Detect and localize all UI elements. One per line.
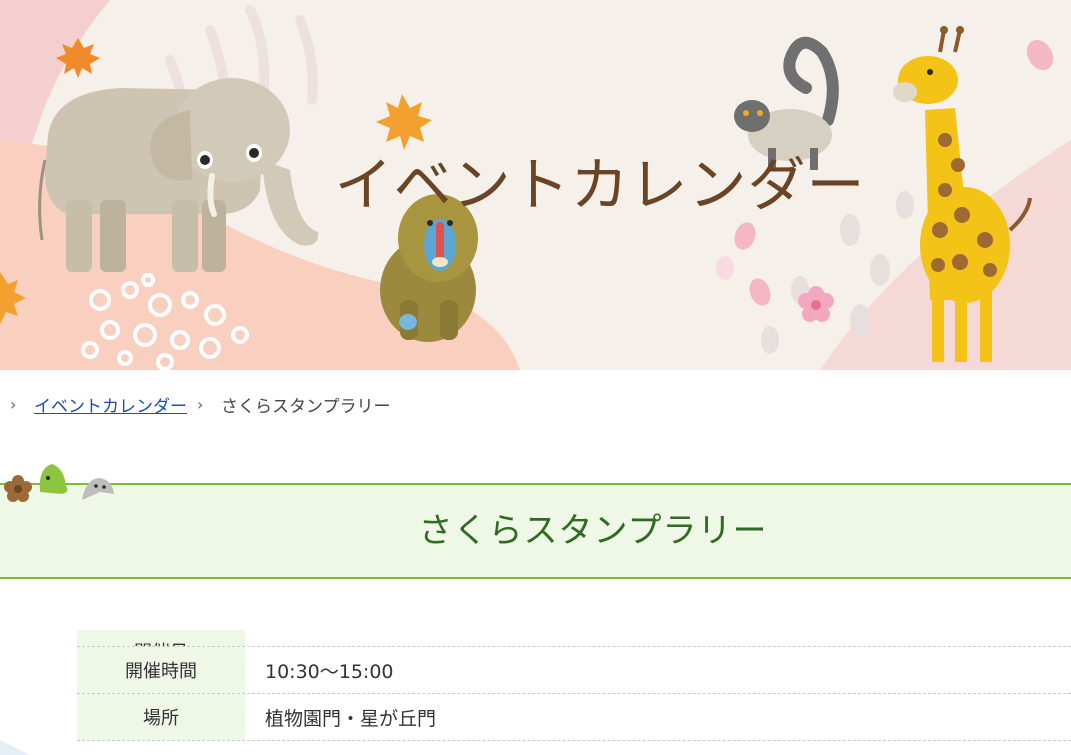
ghost-mascot-icon [82,478,114,500]
info-value [245,630,265,646]
mascot-icons [4,464,114,502]
info-label: 開催日 [77,630,245,646]
info-label: 場所 [77,694,245,740]
bird-mascot-icon [39,464,68,494]
breadcrumb-link-event-calendar[interactable]: イベントカレンダー [34,392,187,417]
chevron-right-icon: › [10,394,17,414]
info-value: 植物園門・星が丘門 [265,707,437,730]
corner-decoration [0,740,30,755]
info-label: 開催時間 [77,647,245,693]
page-title: さくらスタンプラリー [418,511,768,551]
chevron-right-icon: › [197,394,204,414]
info-row-date: 開催日 [77,630,1071,647]
hero-title: イベントカレンダー [334,151,866,219]
event-info-table: 開催日 開催時間 10:30〜15:00 場所 植物園門・星が丘門 [77,630,1071,741]
info-row-place: 場所 植物園門・星が丘門 [77,694,1071,741]
info-row-time: 開催時間 10:30〜15:00 [77,647,1071,694]
breadcrumb-current: さくらスタンプラリー [221,396,391,417]
flower-mascot-icon [4,475,32,502]
info-value: 10:30〜15:00 [265,660,394,683]
breadcrumb: › イベントカレンダー › さくらスタンプラリー [0,384,391,424]
page-title-band: さくらスタンプラリー [0,483,1071,579]
hero-banner: イベントカレンダー [0,0,1071,370]
